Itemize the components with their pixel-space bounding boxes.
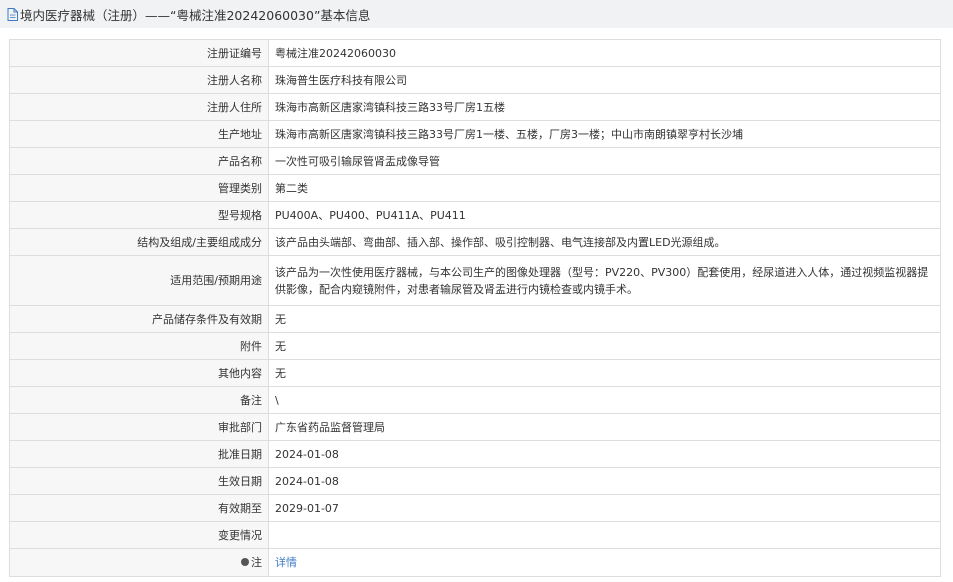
row-value: 无 bbox=[268, 359, 941, 387]
table-row: 注册人名称 珠海普生医疗科技有限公司 bbox=[9, 66, 941, 94]
row-label: 变更情况 bbox=[9, 521, 269, 549]
row-label: 注册证编号 bbox=[9, 39, 269, 67]
note-row: 注 详情 bbox=[9, 548, 941, 577]
table-row: 附件 无 bbox=[9, 332, 941, 360]
row-value bbox=[268, 521, 941, 549]
row-value: 珠海市高新区唐家湾镇科技三路33号厂房1一楼、五楼，厂房3一楼；中山市南朗镇翠亨… bbox=[268, 120, 941, 148]
row-label: 型号规格 bbox=[9, 201, 269, 229]
row-value: 无 bbox=[268, 332, 941, 360]
table-row: 生产地址 珠海市高新区唐家湾镇科技三路33号厂房1一楼、五楼，厂房3一楼；中山市… bbox=[9, 120, 941, 148]
table-row: 型号规格 PU400A、PU400、PU411A、PU411 bbox=[9, 201, 941, 229]
table-row: 产品储存条件及有效期 无 bbox=[9, 305, 941, 333]
table-row: 批准日期 2024-01-08 bbox=[9, 440, 941, 468]
row-value: 该产品为一次性使用医疗器械，与本公司生产的图像处理器（型号：PV220、PV30… bbox=[268, 255, 941, 306]
row-label: 审批部门 bbox=[9, 413, 269, 441]
row-value: 2024-01-08 bbox=[268, 467, 941, 495]
table-row: 其他内容 无 bbox=[9, 359, 941, 387]
row-value: 珠海普生医疗科技有限公司 bbox=[268, 66, 941, 94]
info-table: 注册证编号 粤械注准20242060030 注册人名称 珠海普生医疗科技有限公司… bbox=[9, 39, 941, 577]
row-value: 粤械注准20242060030 bbox=[268, 39, 941, 67]
row-value: 该产品由头端部、弯曲部、插入部、操作部、吸引控制器、电气连接部及内置LED光源组… bbox=[268, 228, 941, 256]
table-row: 适用范围/预期用途 该产品为一次性使用医疗器械，与本公司生产的图像处理器（型号：… bbox=[9, 255, 941, 306]
row-label: 生效日期 bbox=[9, 467, 269, 495]
note-label: 注 bbox=[251, 556, 262, 569]
row-value: \ bbox=[268, 386, 941, 414]
row-label: 产品储存条件及有效期 bbox=[9, 305, 269, 333]
row-label: 备注 bbox=[9, 386, 269, 414]
table-row: 审批部门 广东省药品监督管理局 bbox=[9, 413, 941, 441]
row-value: PU400A、PU400、PU411A、PU411 bbox=[268, 201, 941, 229]
row-label: 注册人住所 bbox=[9, 93, 269, 121]
row-value: 第二类 bbox=[268, 174, 941, 202]
row-label: 适用范围/预期用途 bbox=[9, 255, 269, 306]
table-row: 产品名称 一次性可吸引输尿管肾盂成像导管 bbox=[9, 147, 941, 175]
row-label: 生产地址 bbox=[9, 120, 269, 148]
page-title: 境内医疗器械（注册）——“粤械注准20242060030”基本信息 bbox=[20, 7, 371, 23]
row-label: 批准日期 bbox=[9, 440, 269, 468]
table-row: 管理类别 第二类 bbox=[9, 174, 941, 202]
row-label: 产品名称 bbox=[9, 147, 269, 175]
table-row: 注册证编号 粤械注准20242060030 bbox=[9, 39, 941, 67]
details-link[interactable]: 详情 bbox=[275, 556, 297, 569]
row-label: 有效期至 bbox=[9, 494, 269, 522]
row-label: 注册人名称 bbox=[9, 66, 269, 94]
row-value: 无 bbox=[268, 305, 941, 333]
bulb-icon bbox=[241, 558, 249, 566]
row-value: 2024-01-08 bbox=[268, 440, 941, 468]
table-row: 变更情况 bbox=[9, 521, 941, 549]
row-value: 广东省药品监督管理局 bbox=[268, 413, 941, 441]
row-label: 管理类别 bbox=[9, 174, 269, 202]
table-row: 注册人住所 珠海市高新区唐家湾镇科技三路33号厂房1五楼 bbox=[9, 93, 941, 121]
table-row: 生效日期 2024-01-08 bbox=[9, 467, 941, 495]
row-label: 附件 bbox=[9, 332, 269, 360]
note-value-cell: 详情 bbox=[268, 548, 941, 577]
row-value: 一次性可吸引输尿管肾盂成像导管 bbox=[268, 147, 941, 175]
row-label: 其他内容 bbox=[9, 359, 269, 387]
row-value: 2029-01-07 bbox=[268, 494, 941, 522]
page-header: 境内医疗器械（注册）——“粤械注准20242060030”基本信息 bbox=[0, 0, 953, 28]
table-row: 结构及组成/主要组成成分 该产品由头端部、弯曲部、插入部、操作部、吸引控制器、电… bbox=[9, 228, 941, 256]
table-row: 备注 \ bbox=[9, 386, 941, 414]
row-label: 结构及组成/主要组成成分 bbox=[9, 228, 269, 256]
table-row: 有效期至 2029-01-07 bbox=[9, 494, 941, 522]
note-label-cell: 注 bbox=[9, 548, 269, 577]
document-icon bbox=[7, 7, 18, 21]
row-value: 珠海市高新区唐家湾镇科技三路33号厂房1五楼 bbox=[268, 93, 941, 121]
